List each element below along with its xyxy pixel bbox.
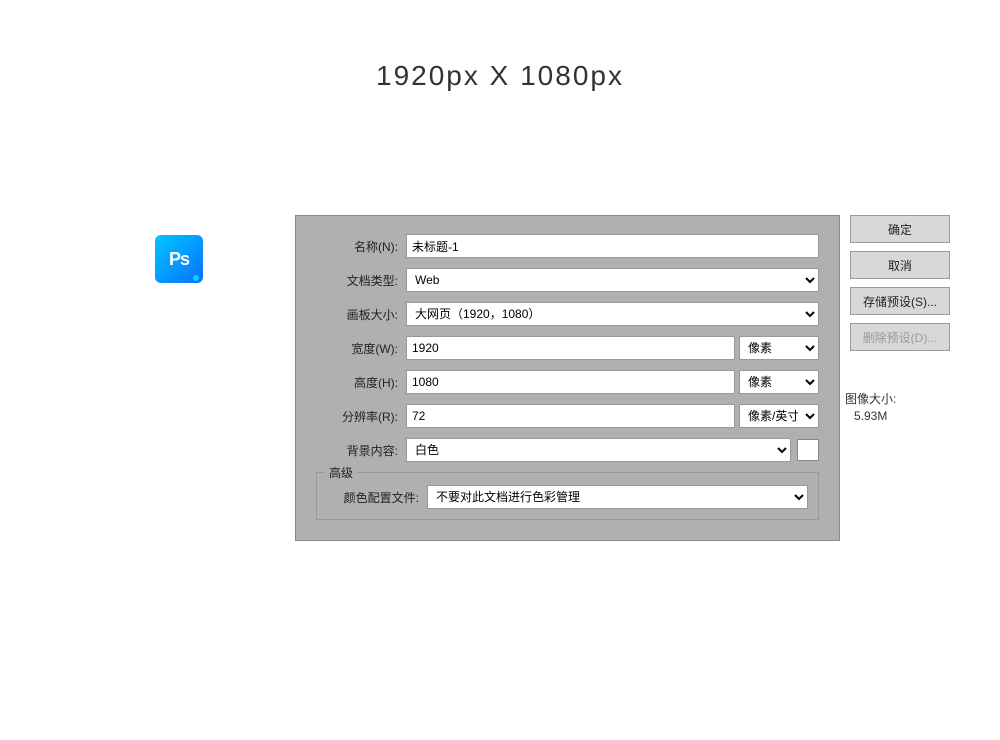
ok-button[interactable]: 确定 [850,215,950,243]
resolution-row: 分辨率(R): 像素/英寸 [316,404,819,428]
name-field-wrapper [406,234,819,258]
color-profile-label: 颜色配置文件: [327,489,427,506]
name-label: 名称(N): [316,238,406,255]
width-label: 宽度(W): [316,340,406,357]
image-size-value: 5.93M [845,409,896,423]
doc-type-select-wrapper: Web [406,268,819,292]
name-input[interactable] [406,234,819,258]
bg-color-swatch[interactable] [797,439,819,461]
canvas-select-wrapper: 大网页（1920，1080） [406,302,819,326]
resolution-field-wrapper: 像素/英寸 [406,404,819,428]
width-input[interactable] [406,336,735,360]
height-input[interactable] [406,370,735,394]
height-unit-select[interactable]: 像素 [739,370,819,394]
new-document-dialog: 名称(N): 文档类型: Web 画板大小: 大网页（1920，1080） 宽度… [295,215,840,541]
advanced-legend: 高级 [325,464,357,481]
image-size-info: 图像大小: 5.93M [845,390,896,423]
canvas-select[interactable]: 大网页（1920，1080） [406,302,819,326]
bg-select[interactable]: 白色 [406,438,791,462]
resolution-label: 分辨率(R): [316,408,406,425]
save-preset-button[interactable]: 存储预设(S)... [850,287,950,315]
canvas-row: 画板大小: 大网页（1920，1080） [316,302,819,326]
resolution-unit-select[interactable]: 像素/英寸 [739,404,819,428]
delete-preset-button[interactable]: 删除预设(D)... [850,323,950,351]
doc-type-select[interactable]: Web [406,268,819,292]
ps-icon-wrapper: Ps [155,235,203,283]
height-row: 高度(H): 像素 [316,370,819,394]
width-row: 宽度(W): 像素 [316,336,819,360]
advanced-section: 高级 颜色配置文件: 不要对此文档进行色彩管理 [316,472,819,520]
width-field-wrapper: 像素 [406,336,819,360]
ps-icon-dot [193,275,199,281]
doc-type-label: 文档类型: [316,272,406,289]
canvas-label: 画板大小: [316,306,406,323]
page-title: 1920px X 1080px [0,60,1000,92]
bg-row: 背景内容: 白色 [316,438,819,462]
color-profile-select[interactable]: 不要对此文档进行色彩管理 [427,485,808,509]
height-label: 高度(H): [316,374,406,391]
color-profile-row: 颜色配置文件: 不要对此文档进行色彩管理 [327,485,808,509]
bg-field-wrapper: 白色 [406,438,819,462]
resolution-input[interactable] [406,404,735,428]
image-size-label: 图像大小: [845,390,896,407]
width-unit-select[interactable]: 像素 [739,336,819,360]
doc-type-row: 文档类型: Web [316,268,819,292]
bg-label: 背景内容: [316,442,406,459]
cancel-button[interactable]: 取消 [850,251,950,279]
ps-icon: Ps [155,235,203,283]
height-field-wrapper: 像素 [406,370,819,394]
buttons-panel: 确定 取消 存储预设(S)... 删除预设(D)... [850,215,950,351]
name-row: 名称(N): [316,234,819,258]
